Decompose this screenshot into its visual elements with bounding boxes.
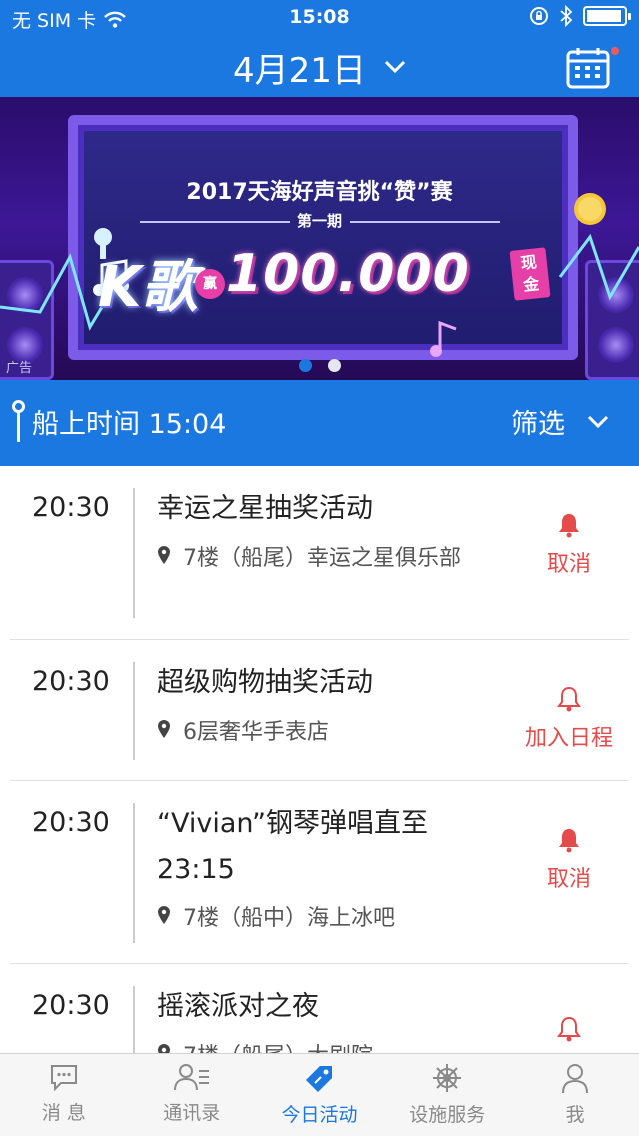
tab-label: 消 息 <box>41 1102 86 1124</box>
event-row[interactable]: 20:30 幸运之星抽奖活动 7楼（船尾）幸运之星俱乐部 取消 <box>10 466 629 640</box>
tag-icon <box>306 1066 333 1092</box>
filter-button[interactable]: 筛选 <box>511 402 609 441</box>
tab-label: 设施服务 <box>409 1104 486 1126</box>
location-pin-icon <box>157 713 183 753</box>
tab-bar: 消 息 通讯录 今日活动 设施服务 我 <box>0 1053 639 1136</box>
cancel-reminder-button[interactable]: 取消 <box>509 512 629 578</box>
status-right <box>529 5 631 27</box>
top-bar: 无 SIM 卡 15:08 4月21日 <box>0 0 639 97</box>
pagination-dot[interactable] <box>298 359 312 372</box>
action-label: 取消 <box>546 552 591 577</box>
action-label: 加入日程 <box>524 726 613 751</box>
ship-time-bar: 船上时间 15:04 筛选 <box>0 380 639 466</box>
add-to-schedule-button[interactable] <box>509 1016 629 1050</box>
banner-title: 2017天海好声音挑“赞”赛 <box>186 180 453 205</box>
add-to-schedule-button[interactable]: 加入日程 <box>509 686 629 752</box>
event-divider <box>133 986 135 1053</box>
tab-facilities[interactable]: 设施服务 <box>383 1054 511 1136</box>
bell-outline-icon <box>557 1016 581 1042</box>
rotation-lock-icon <box>530 7 548 25</box>
action-label: 取消 <box>546 867 591 892</box>
event-location-text: 7楼（船尾）大剧院 <box>183 1044 373 1053</box>
cash-label-2: 金 <box>522 274 541 295</box>
chevron-down-icon <box>587 415 609 428</box>
tab-me[interactable]: 我 <box>511 1054 639 1136</box>
ad-banner[interactable]: 2017天海好声音挑“赞”赛 第一期 K歌 赢 100.000 现 金 广告 <box>0 97 639 380</box>
banner-pagination <box>0 359 639 372</box>
event-divider <box>133 803 135 943</box>
tab-contacts[interactable]: 通讯录 <box>128 1054 256 1136</box>
filter-label: 筛选 <box>511 409 565 440</box>
calendar-icon <box>566 48 610 89</box>
bell-filled-icon <box>559 829 579 853</box>
status-bar: 无 SIM 卡 15:08 <box>0 0 639 36</box>
banner-amount: 100.000 <box>226 244 470 304</box>
location-pin-icon <box>157 899 183 939</box>
person-icon <box>562 1064 589 1094</box>
event-title: 摇滚派对之夜 <box>157 991 319 1022</box>
event-time: 20:30 <box>32 666 110 697</box>
event-location-text: 7楼（船尾）幸运之星俱乐部 <box>183 546 461 571</box>
banner-k-song: K歌 <box>98 255 198 320</box>
tab-label: 我 <box>565 1104 585 1126</box>
chevron-down-icon <box>384 60 406 74</box>
bluetooth-icon <box>560 5 573 27</box>
timeline-dot <box>12 400 25 413</box>
battery-level <box>587 10 622 22</box>
notification-dot <box>609 45 621 57</box>
timeline-line <box>17 412 20 442</box>
event-location-text: 7楼（船中）海上冰吧 <box>183 906 395 931</box>
message-icon <box>50 1065 77 1092</box>
bell-filled-icon <box>559 514 579 538</box>
event-location: 7楼（船尾）大剧院 <box>157 1037 487 1053</box>
event-time: 20:30 <box>32 990 110 1021</box>
event-divider <box>133 662 135 760</box>
date-title: 4月21日 <box>233 50 366 91</box>
event-row[interactable]: 20:30 “Vivian”钢琴弹唱直至23:15 7楼（船中）海上冰吧 取消 <box>10 781 629 964</box>
calendar-button[interactable] <box>565 46 611 90</box>
tab-label: 今日活动 <box>281 1104 358 1126</box>
banner-win-badge: 赢 <box>195 269 225 299</box>
banner-divider-right <box>350 221 500 223</box>
tab-today-activities[interactable]: 今日活动 <box>256 1054 384 1136</box>
event-title: “Vivian”钢琴弹唱直至23:15 <box>157 808 429 885</box>
event-divider <box>133 488 135 618</box>
music-note-icon-2 <box>430 320 457 357</box>
event-time: 20:30 <box>32 807 110 838</box>
battery-icon <box>583 6 631 26</box>
app-screen: 无 SIM 卡 15:08 4月21日 2017天海好声音挑“赞”赛 第一期 K… <box>0 0 639 1136</box>
helm-icon <box>433 1064 462 1092</box>
tab-messages[interactable]: 消 息 <box>0 1054 128 1136</box>
cancel-reminder-button[interactable]: 取消 <box>509 827 629 893</box>
event-title: 幸运之星抽奖活动 <box>157 493 373 524</box>
pagination-dot[interactable] <box>327 359 341 372</box>
contacts-icon <box>173 1064 209 1091</box>
event-row[interactable]: 20:30 超级购物抽奖活动 6层奢华手表店 加入日程 <box>10 640 629 781</box>
bell-outline-icon <box>557 686 581 712</box>
location-pin-icon <box>157 1037 183 1053</box>
event-location: 7楼（船中）海上冰吧 <box>157 899 487 939</box>
event-title: 超级购物抽奖活动 <box>157 667 373 698</box>
tab-label: 通讯录 <box>163 1102 221 1124</box>
event-location-text: 6层奢华手表店 <box>183 720 329 745</box>
ship-time-label: 船上时间 15:04 <box>32 409 227 440</box>
event-row[interactable]: 20:30 摇滚派对之夜 7楼（船尾）大剧院 <box>10 964 629 1053</box>
location-pin-icon <box>157 539 183 579</box>
event-time: 20:30 <box>32 492 110 523</box>
event-list[interactable]: 20:30 幸运之星抽奖活动 7楼（船尾）幸运之星俱乐部 取消 20:30 超级… <box>0 466 639 1053</box>
date-selector[interactable]: 4月21日 <box>0 44 639 91</box>
event-location: 7楼（船尾）幸运之星俱乐部 <box>157 539 487 579</box>
banner-cash-badge: 现 金 <box>509 247 551 301</box>
event-location: 6层奢华手表店 <box>157 713 487 753</box>
